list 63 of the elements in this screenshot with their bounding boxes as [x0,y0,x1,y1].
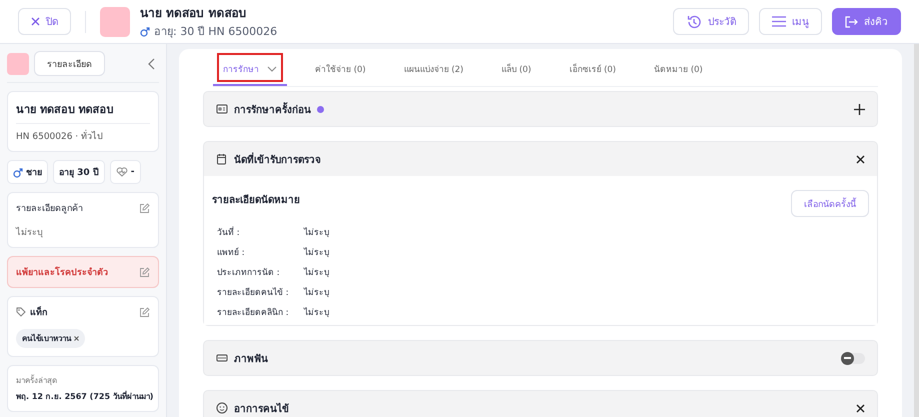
edit-icon[interactable] [139,202,150,214]
avatar [100,6,130,36]
close-icon [31,17,40,26]
tab[interactable]: นัดหมาย (0) [644,49,713,86]
collapse-icon[interactable] [148,58,155,70]
history-button[interactable]: ประวัติ [673,8,749,35]
tab[interactable]: ค่าใช้จ่าย (0) [305,49,376,86]
field-value: ไม่ระบุ [304,306,329,319]
history-icon [686,14,702,30]
send-button[interactable]: ส่งคิว [832,8,901,35]
card-title: รายละเอียดลูกค้า [16,202,83,215]
field-value: ไม่ระบุ [304,246,329,259]
toggle-switch[interactable] [841,352,865,364]
heart-icon [116,167,128,177]
avatar [7,52,29,74]
details-heading: รายละเอียดนัดหมาย [212,193,300,207]
tab[interactable]: การรักษา [213,49,287,86]
menu-icon [772,16,786,27]
field-value: ไม่ระบุ [304,266,329,279]
section-title: อาการคนไข้ [234,402,289,416]
patient-name: นาย ทดสอบ ทดสอบ [140,5,248,22]
tag-label: คนไข้เบาหวาน [22,332,71,345]
gender-chip: ชาย [7,160,48,184]
smiley-icon [216,402,228,414]
patient-info: อายุ: 30 ปี HN 6500026 [154,24,278,40]
details-button[interactable]: รายละเอียด [34,51,105,76]
section-title: การรักษาครั้งก่อน [234,102,311,116]
close-icon[interactable] [856,154,865,164]
close-button[interactable]: ปิด [18,8,71,35]
id-card-icon [216,103,228,115]
patient-hn: HN 6500026 · ทั่วไป [16,129,150,143]
edit-icon[interactable] [139,306,150,318]
card-title: แพ้ยาและโรคประจำตัว [16,266,108,279]
heart-chip: - [110,160,141,184]
tag-icon [16,307,26,317]
field-value: ไม่ระบุ [304,226,329,239]
field-label: แพทย์ : [217,246,246,259]
tab[interactable]: เอ็กซเรย์ (0) [559,49,626,86]
male-icon [13,166,23,178]
calendar-icon [216,153,228,165]
field-label: วันที่ : [217,225,241,239]
tab[interactable]: แล็บ (0) [492,49,542,86]
patient-name: นาย ทดสอบ ทดสอบ [16,100,150,124]
exit-icon [845,16,858,28]
age-chip: อายุ 30 ปี [53,160,105,184]
field-value: ไม่ระบุ [304,286,329,299]
section-title: นัดที่เข้ารับการตรวจ [234,152,321,166]
tab[interactable]: แผนแบ่งจ่าย (2) [394,49,474,86]
card-title: แท็ก [30,305,47,319]
teeth-icon [216,352,228,364]
close-icon[interactable] [856,404,865,412]
section-title: ภาพฟัน [234,352,268,366]
plus-icon[interactable] [854,104,865,114]
field-label: รายละเอียดคนไข้ : [217,286,290,299]
field-label: รายละเอียดคลินิก : [217,306,290,319]
remove-icon[interactable] [74,336,79,341]
select-appointment-button[interactable]: เลือกนัดครั้งนี้ [791,190,869,217]
scrollbar[interactable] [914,44,919,417]
menu-button[interactable]: เมนู [759,8,822,35]
male-icon [140,26,150,36]
card-value: ไม่ระบุ [16,226,44,239]
field-label: ประเภทการนัด : [217,267,281,279]
card-title: มาครั้งล่าสุด [16,374,58,387]
